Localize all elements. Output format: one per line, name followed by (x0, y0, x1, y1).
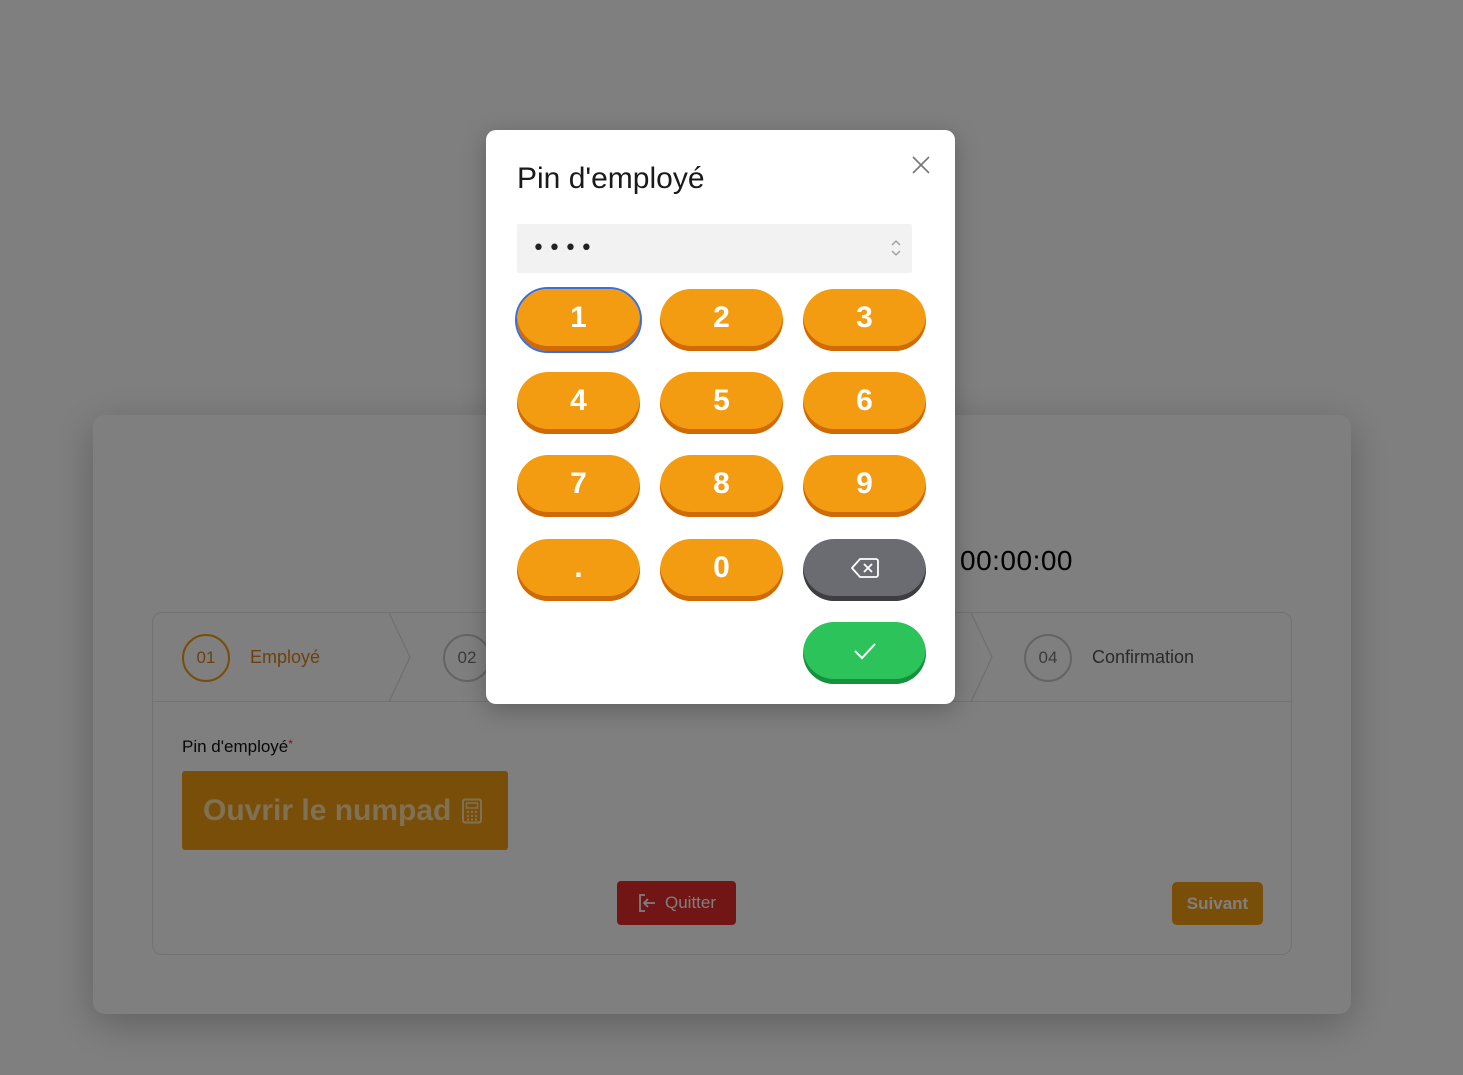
close-button[interactable] (906, 150, 936, 180)
key-decimal[interactable]: . (517, 539, 640, 601)
key-8[interactable]: 8 (660, 455, 783, 517)
check-icon (853, 643, 876, 660)
backspace-icon (850, 558, 879, 578)
modal-title: Pin d'employé (517, 162, 705, 195)
backspace-button[interactable] (803, 539, 926, 601)
confirm-button[interactable] (803, 622, 926, 684)
key-4[interactable]: 4 (517, 372, 640, 434)
key-7[interactable]: 7 (517, 455, 640, 517)
key-5[interactable]: 5 (660, 372, 783, 434)
key-1[interactable]: 1 (515, 287, 642, 353)
close-icon (912, 156, 930, 174)
pin-input[interactable] (517, 224, 912, 273)
pin-numpad-modal: Pin d'employé 1 2 3 4 5 6 7 8 9 . 0 (486, 130, 955, 704)
key-3[interactable]: 3 (803, 289, 926, 351)
key-6[interactable]: 6 (803, 372, 926, 434)
key-9[interactable]: 9 (803, 455, 926, 517)
key-0[interactable]: 0 (660, 539, 783, 601)
number-spinner-icon[interactable] (890, 237, 902, 259)
key-2[interactable]: 2 (660, 289, 783, 351)
pin-input-wrapper (517, 224, 912, 273)
